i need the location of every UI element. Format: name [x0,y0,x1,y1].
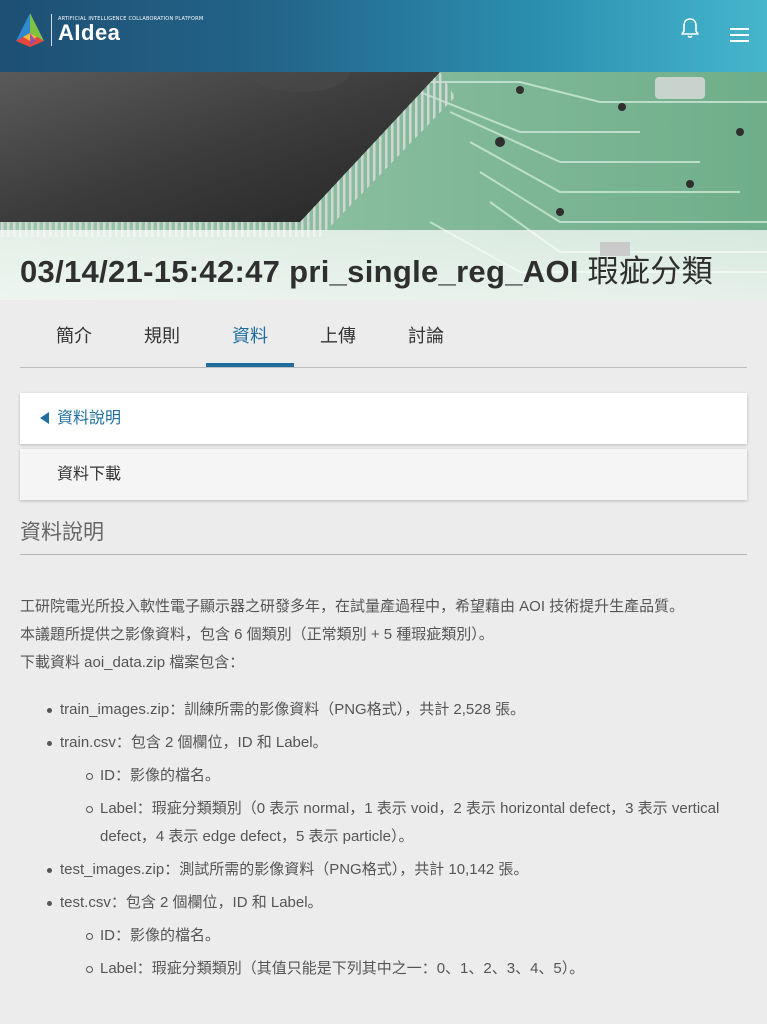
competition-title: 03/14/21-15:42:47 pri_single_reg_AOI 瑕疵分… [20,246,713,291]
competition-title-suffix: 瑕疵分類 [578,254,713,289]
bullet-circle [86,773,93,780]
hamburger-menu-icon[interactable] [729,26,751,44]
section-title: 資料說明 [20,516,747,555]
bullet-dot [47,741,52,746]
top-navigation-bar: ARTIFICIAL INTELLIGENCE COLLABORATION PL… [0,0,767,72]
tab-intro[interactable]: 簡介 [30,305,118,367]
list-item: test_images.zip：測試所需的影像資料（PNG格式），共計 10,1… [60,861,529,878]
bell-icon[interactable] [678,16,702,40]
tab-discussion[interactable]: 討論 [382,305,470,367]
bullet-circle [86,806,93,813]
tab-rules[interactable]: 規則 [118,305,206,367]
accordion-data-download[interactable]: 資料下載 [20,449,747,500]
list-item: test.csv：包含 2 個欄位，ID 和 Label。 [60,894,323,911]
logo-mark-icon [16,13,44,47]
aidea-logo[interactable]: ARTIFICIAL INTELLIGENCE COLLABORATION PL… [12,11,203,49]
bullet-circle [86,933,93,940]
accordion-label: 資料說明 [57,410,122,427]
caret-left-icon [40,412,49,424]
sub-list-item: ID：影像的檔名。 [100,927,221,944]
description-paragraph: 本議題所提供之影像資料，包含 6 個類別（正常類別 + 5 種瑕疵類別）。 [20,626,494,643]
bullet-dot [47,901,52,906]
sub-list-item: Label：瑕疵分類類別（其值只能是下列其中之一：0、1、2、3、4、5）。 [100,960,585,977]
tab-data[interactable]: 資料 [206,305,294,367]
description-paragraph: 下載資料 aoi_data.zip 檔案包含： [20,654,245,671]
list-item: train_images.zip：訓練所需的影像資料（PNG格式），共計 2,5… [60,701,526,718]
logo-text: ARTIFICIAL INTELLIGENCE COLLABORATION PL… [58,16,203,44]
bullet-dot [47,868,52,873]
description-paragraph: 工研院電光所投入軟性電子顯示器之研發多年，在試量產過程中，希望藉由 AOI 技術… [20,598,685,615]
logo-wordmark: AIdea [58,20,121,45]
sub-list-item: ID：影像的檔名。 [100,767,221,784]
tab-upload[interactable]: 上傳 [294,305,382,367]
sub-list-item: Label：瑕疵分類類別（0 表示 normal，1 表示 void，2 表示 … [100,800,720,845]
bullet-dot [47,708,52,713]
competition-title-main: 03/14/21-15:42:47 pri_single_reg_AOI [20,254,579,289]
accordion-data-description[interactable]: 資料說明 [20,393,747,444]
logo-divider [51,14,52,46]
bullet-circle [86,966,93,973]
list-item: train.csv：包含 2 個欄位，ID 和 Label。 [60,734,328,751]
competition-tabs: 簡介 規則 資料 上傳 討論 [20,305,747,368]
accordion-label: 資料下載 [57,466,122,483]
